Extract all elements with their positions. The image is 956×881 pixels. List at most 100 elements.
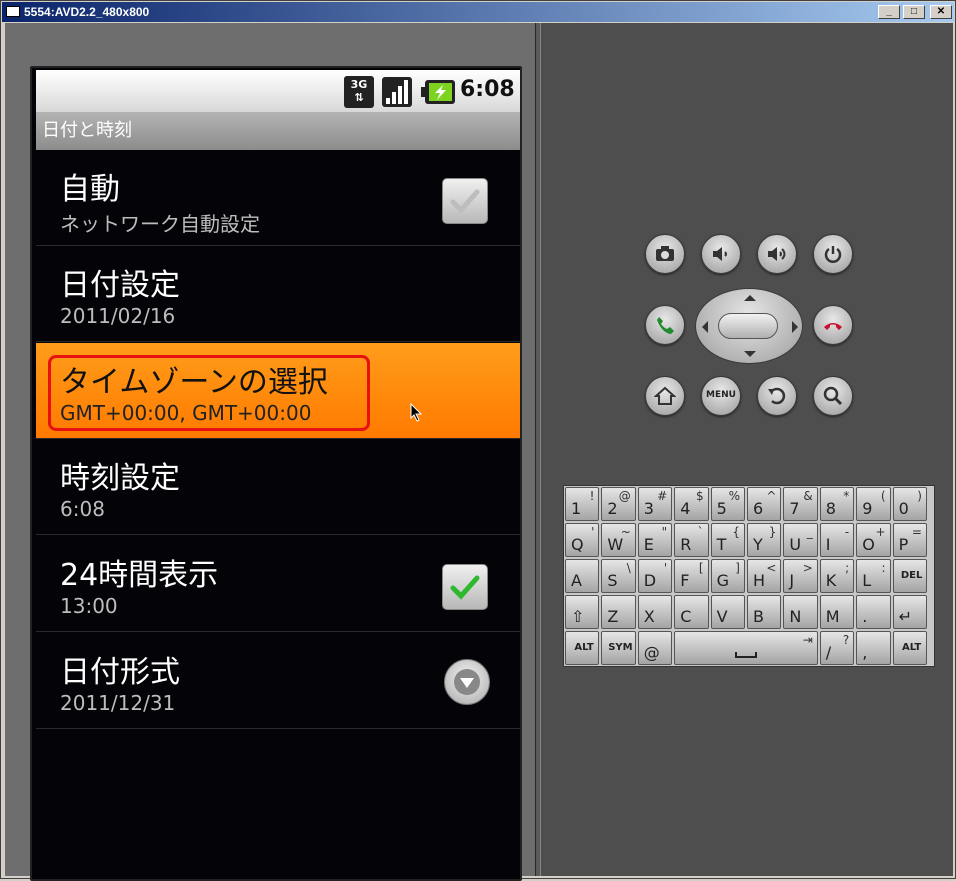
key-1[interactable]: 1! [565, 487, 600, 521]
key-y[interactable]: Y} [747, 523, 782, 557]
key-s[interactable]: S \ [601, 559, 636, 593]
key-alt-label: - [844, 525, 850, 539]
pref-summary: GMT+00:00, GMT+00:00 [60, 401, 312, 425]
key-4[interactable]: 4 $ [674, 487, 709, 521]
key-t[interactable]: T{ [710, 523, 745, 557]
key-label: B [753, 607, 764, 626]
key-/[interactable]: /? [819, 631, 855, 665]
menu-button[interactable]: MENU [701, 376, 741, 416]
key-0[interactable]: 0) [892, 487, 927, 521]
key-g[interactable]: G] [710, 559, 745, 593]
key-x[interactable]: X [637, 595, 673, 629]
pref-summary: 2011/02/16 [60, 304, 176, 328]
volume-up-button[interactable] [757, 234, 797, 274]
pref-date-format[interactable]: 日付形式 2011/12/31 [36, 633, 520, 729]
signal-icon [382, 77, 412, 107]
key-5[interactable]: 5% [710, 487, 745, 521]
key-alt-label: ] [735, 561, 740, 575]
key-l[interactable]: L: [856, 559, 891, 593]
key-↵[interactable]: ↵ [892, 595, 927, 629]
key-9[interactable]: 9( [856, 487, 891, 521]
key-⇧[interactable]: ⇧ [565, 595, 600, 629]
key-r[interactable]: R ` [674, 523, 709, 557]
key-label: T [716, 535, 727, 554]
back-button[interactable] [757, 376, 797, 416]
key-del[interactable]: DEL [892, 559, 927, 593]
key-alt[interactable]: ALT [565, 631, 600, 665]
key-8[interactable]: 8 * [819, 487, 855, 521]
key-j[interactable]: J > [783, 559, 818, 593]
volume-down-button[interactable] [701, 234, 741, 274]
pref-summary: 6:08 [60, 497, 105, 521]
home-button[interactable] [645, 376, 685, 416]
key-i[interactable]: I- [819, 523, 855, 557]
key-k[interactable]: K; [819, 559, 855, 593]
pref-time[interactable]: 時刻設定 6:08 [36, 439, 520, 535]
key-label: , [862, 643, 868, 662]
key-label: 3 [643, 499, 654, 518]
key-label: N [789, 607, 802, 626]
key-3[interactable]: 3 # [637, 487, 673, 521]
key-v[interactable]: V [710, 595, 745, 629]
key-sym[interactable]: SYM [601, 631, 636, 665]
power-button[interactable] [813, 234, 853, 274]
pref-timezone[interactable]: タイムゾーンの選択 GMT+00:00, GMT+00:00 [36, 343, 520, 439]
key-label: L [862, 571, 872, 590]
key-d[interactable]: D ' [637, 559, 673, 593]
key-q[interactable]: Q ' [565, 523, 600, 557]
key-alt-label: " [661, 525, 668, 539]
search-button[interactable] [813, 376, 853, 416]
key-label: E [643, 535, 654, 554]
key-o[interactable]: O + [856, 523, 891, 557]
end-call-icon [824, 323, 842, 330]
key-7[interactable]: 7 & [783, 487, 818, 521]
pref-title: 日付設定 [60, 268, 180, 303]
dpad-center-button[interactable] [718, 313, 778, 339]
key-label: D [643, 571, 657, 590]
key-z[interactable]: Z [601, 595, 636, 629]
maximize-button[interactable]: □ [903, 5, 925, 19]
key-6[interactable]: 6 ^ [747, 487, 782, 521]
camera-button[interactable] [645, 234, 685, 274]
key-label: A [571, 571, 582, 590]
status-bar: 3G ⇅ 6:08 [36, 70, 520, 112]
key-u[interactable]: U _ [783, 523, 818, 557]
key-alt[interactable]: ALT [892, 631, 927, 665]
camera-icon [656, 246, 674, 261]
key-.[interactable]: . [856, 595, 891, 629]
key-2[interactable]: 2 @ [601, 487, 636, 521]
key-p[interactable]: P = [892, 523, 927, 557]
key-n[interactable]: N [783, 595, 818, 629]
key-h[interactable]: H < [747, 559, 782, 593]
key-space[interactable]: ⇥ [674, 631, 818, 665]
pref-auto[interactable]: 自動 ネットワーク自動設定 [36, 150, 520, 246]
key-,[interactable]: , [856, 631, 891, 665]
minimize-button[interactable]: _ [878, 5, 900, 19]
24hour-checkbox[interactable] [442, 564, 488, 610]
key-m[interactable]: M [819, 595, 855, 629]
key-a[interactable]: A [565, 559, 600, 593]
window-titlebar[interactable]: 5554:AVD2.2_480x800 _ □ ✕ [2, 2, 954, 22]
key-c[interactable]: C [674, 595, 709, 629]
call-button[interactable] [645, 305, 685, 345]
close-button[interactable]: ✕ [930, 5, 952, 19]
pref-24hour[interactable]: 24時間表示 13:00 [36, 536, 520, 632]
key-label: @ [643, 643, 660, 662]
key-alt-label: > [802, 561, 813, 575]
key-label: ALT [901, 642, 922, 653]
key-alt-label: { [732, 525, 740, 539]
hardware-controls-panel: MENU 1! 2 @3 #4 $5% 6 ^ 7 & 8 * 9(0) Q ' W ~ E " R ` T{Y} U _ I… [541, 23, 953, 876]
key-@[interactable]: @ [637, 631, 673, 665]
key-b[interactable]: B [747, 595, 782, 629]
end-call-button[interactable] [813, 305, 853, 345]
pref-date[interactable]: 日付設定 2011/02/16 [36, 246, 520, 342]
dpad[interactable] [695, 288, 803, 364]
pref-summary: ネットワーク自動設定 [60, 212, 260, 236]
key-f[interactable]: F[ [674, 559, 709, 593]
key-e[interactable]: E " [637, 523, 673, 557]
date-format-dropdown[interactable] [444, 659, 490, 705]
home-icon [654, 386, 676, 405]
auto-checkbox[interactable] [442, 178, 488, 224]
key-w[interactable]: W ~ [601, 523, 636, 557]
key-alt-label: : [881, 561, 886, 575]
